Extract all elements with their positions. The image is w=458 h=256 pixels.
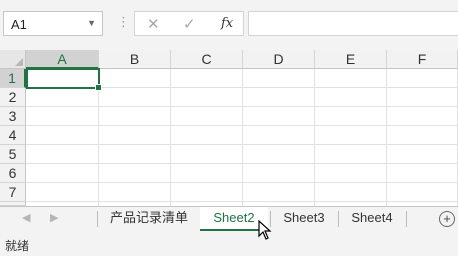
grid-cell[interactable] [315,164,387,183]
name-box[interactable]: A1 ▼ [3,11,103,36]
grid-cell[interactable] [99,164,171,183]
column-header-f[interactable]: F [387,50,458,69]
formula-buttons: ✕ ✓ fx [134,11,244,36]
grid-cell[interactable] [387,126,458,145]
sheet-tab-bar: ◀ ▶ 产品记录清单 Sheet2 Sheet3 Sheet4 + [0,206,458,232]
grid-cell[interactable] [315,88,387,107]
column-header-d[interactable]: D [243,50,315,69]
grid-cell[interactable] [171,107,243,126]
grid-cell[interactable] [387,69,458,88]
select-all-corner[interactable] [0,50,26,69]
scroll-left-icon[interactable]: ◀ [22,211,30,224]
grid-cell[interactable] [243,183,315,202]
column-header-a[interactable]: A [26,50,99,69]
cancel-icon[interactable]: ✕ [147,15,160,33]
grid-cell[interactable] [315,145,387,164]
row-header-7[interactable]: 7 [0,183,26,202]
grid-cell[interactable] [387,88,458,107]
grid-cell[interactable] [315,183,387,202]
column-header-c[interactable]: C [171,50,243,69]
grid-cell[interactable] [243,69,315,88]
grid-cell[interactable] [387,164,458,183]
grid-cell[interactable] [387,183,458,202]
row-header-2[interactable]: 2 [0,88,26,107]
row-header-4[interactable]: 4 [0,126,26,145]
tab-divider [97,211,98,227]
grid-cell[interactable] [315,107,387,126]
scroll-right-icon[interactable]: ▶ [50,211,58,224]
row-header-3[interactable]: 3 [0,107,26,126]
select-all-triangle-icon [15,58,23,66]
tab-divider [406,211,407,227]
grid-cell[interactable] [171,69,243,88]
enter-check-icon[interactable]: ✓ [183,15,196,33]
grid-cell[interactable] [99,183,171,202]
formula-input[interactable] [248,11,458,36]
grid-cell[interactable] [99,126,171,145]
spreadsheet-grid: A B C D E F 1 2 3 4 5 6 7 [0,50,458,206]
grid-cell[interactable] [387,107,458,126]
grid-cell[interactable] [99,69,171,88]
tab-divider [338,211,339,227]
grid-cell[interactable] [243,164,315,183]
grid-cell[interactable] [387,145,458,164]
status-text: 就绪 [5,239,30,253]
grid-cell[interactable] [243,126,315,145]
grid-cell[interactable] [26,164,99,183]
grid-cell[interactable] [243,145,315,164]
grid-cell[interactable] [243,88,315,107]
grid-cell[interactable] [26,107,99,126]
row-header-5[interactable]: 5 [0,145,26,164]
insert-function-icon[interactable]: fx [221,16,233,31]
grid-cell[interactable] [315,126,387,145]
fill-handle[interactable] [95,84,102,91]
status-bar: 就绪 [0,232,458,256]
chevron-down-icon[interactable]: ▼ [87,18,96,28]
tab-product-list[interactable]: 产品记录清单 [100,207,198,231]
grid-cell[interactable] [171,126,243,145]
grid-cell[interactable] [99,88,171,107]
column-header-e[interactable]: E [315,50,387,69]
add-sheet-icon[interactable]: + [439,211,455,227]
column-header-b[interactable]: B [99,50,171,69]
grid-cell[interactable] [26,88,99,107]
tab-sheet3[interactable]: Sheet3 [272,207,336,231]
row-header-1[interactable]: 1 [0,69,26,88]
grid-cell[interactable] [99,145,171,164]
grid-cell[interactable] [26,183,99,202]
mouse-cursor-icon [258,220,272,240]
grid-cell[interactable] [26,145,99,164]
grid-cell[interactable] [171,145,243,164]
grid-cell[interactable] [26,126,99,145]
grid-cell[interactable] [171,164,243,183]
name-box-value: A1 [11,17,27,32]
more-dots-icon[interactable]: ⋮ [117,14,130,30]
grid-cell[interactable] [315,69,387,88]
formula-bar: A1 ▼ ⋮ ✕ ✓ fx [0,0,458,50]
grid-cell[interactable] [171,88,243,107]
grid-cell[interactable] [99,107,171,126]
grid-cell[interactable] [243,107,315,126]
active-cell-a1[interactable] [26,68,102,91]
row-header-6[interactable]: 6 [0,164,26,183]
grid-cell[interactable] [171,183,243,202]
tab-sheet4[interactable]: Sheet4 [340,207,404,231]
